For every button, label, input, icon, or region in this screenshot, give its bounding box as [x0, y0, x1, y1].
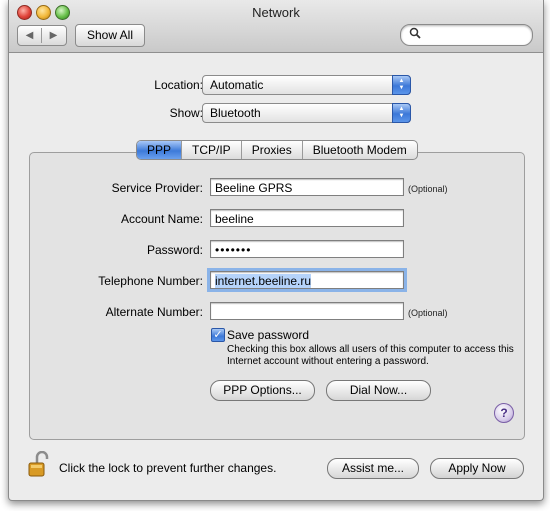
lock-status-text: Click the lock to prevent further change…: [59, 461, 277, 475]
tab-tcp-ip[interactable]: TCP/IP: [181, 141, 241, 159]
forward-arrow-icon[interactable]: ▶: [42, 26, 65, 45]
show-label: Show:: [169, 106, 203, 120]
telephone-number-value: internet.beeline.ru: [215, 274, 312, 288]
show-all-button[interactable]: Show All: [75, 24, 145, 47]
show-value: Bluetooth: [210, 106, 261, 120]
alternate-number-label: Alternate Number:: [105, 305, 203, 319]
account-name-field[interactable]: beeline: [210, 209, 404, 227]
telephone-number-field[interactable]: internet.beeline.ru: [207, 268, 407, 292]
ppp-options-button[interactable]: PPP Options...: [210, 380, 315, 401]
password-label: Password:: [146, 243, 203, 257]
location-label: Location:: [154, 78, 203, 92]
search-field[interactable]: [400, 24, 533, 46]
help-icon[interactable]: ?: [494, 403, 514, 423]
tab-bluetooth-modem[interactable]: Bluetooth Modem: [301, 141, 417, 159]
save-password-checkbox[interactable]: ✓: [211, 328, 225, 342]
popup-stepper-icon: ▲ ▼: [392, 75, 411, 95]
password-field[interactable]: •••••••: [210, 240, 404, 258]
service-provider-optional-note: (Optional): [408, 184, 448, 194]
location-popup[interactable]: Automatic ▲ ▼: [202, 75, 411, 95]
window-title: Network: [252, 5, 300, 20]
save-password-label[interactable]: Save password: [227, 328, 309, 342]
apply-now-button[interactable]: Apply Now: [430, 458, 524, 479]
alternate-number-field[interactable]: [210, 302, 404, 320]
dial-now-button[interactable]: Dial Now...: [326, 380, 431, 401]
network-preferences-window: Network ◀ ▶ Show All Location: Automatic…: [8, 0, 544, 501]
service-provider-field[interactable]: Beeline GPRS: [210, 178, 404, 196]
title-bar: Network ◀ ▶ Show All: [9, 0, 543, 53]
back-arrow-icon[interactable]: ◀: [18, 26, 41, 45]
tab-bar: PPP TCP/IP Proxies Bluetooth Modem: [136, 140, 418, 160]
alternate-number-optional-note: (Optional): [408, 308, 448, 318]
popup-stepper-icon: ▲ ▼: [392, 103, 411, 123]
tab-ppp[interactable]: PPP: [137, 141, 182, 159]
service-provider-label: Service Provider:: [111, 181, 203, 195]
location-value: Automatic: [210, 78, 264, 92]
search-icon: [409, 27, 421, 42]
account-name-label: Account Name:: [120, 212, 203, 226]
back-forward-control: ◀ ▶: [17, 25, 67, 46]
assist-me-button[interactable]: Assist me...: [327, 458, 419, 479]
unlocked-padlock-icon[interactable]: [28, 450, 50, 477]
telephone-number-label: Telephone Number:: [98, 274, 203, 288]
save-password-note: Checking this box allows all users of th…: [227, 344, 514, 367]
show-popup[interactable]: Bluetooth ▲ ▼: [202, 103, 411, 123]
tab-proxies[interactable]: Proxies: [240, 141, 302, 159]
